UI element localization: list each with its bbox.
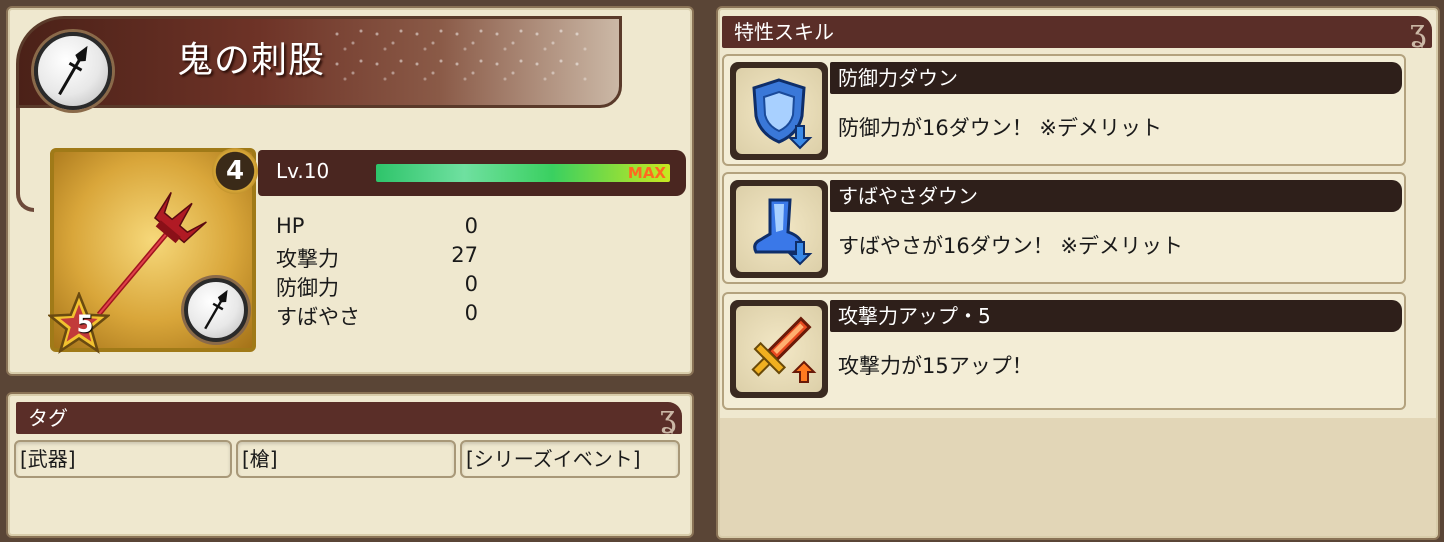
spear-icon [34,32,112,110]
stat-name: HP [276,214,305,238]
item-detail-panel: 鬼の刺股 4 5 Lv.10 MAX HP 0 攻撃力 27 防御力 0 すばや… [6,6,694,376]
skill-card-speed-down[interactable]: すばやさダウン すばやさが16ダウン！ ※デメリット [722,172,1406,284]
skill-card-attack-up[interactable]: 攻撃力アップ・5 攻撃力が15アップ！ [722,292,1406,410]
stats-list: HP 0 攻撃力 27 防御力 0 すばやさ 0 [276,214,486,330]
skill-description: すばやさが16ダウン！ ※デメリット [838,234,1183,258]
skill-name: すばやさダウン [830,180,1402,212]
shield-down-icon [736,68,822,154]
max-label: MAX [627,164,666,182]
skill-description: 防御力が16ダウン！ ※デメリット [838,116,1162,140]
stat-value: 0 [464,214,478,238]
sword-up-icon [736,306,822,392]
stat-value: 27 [451,243,478,267]
item-card[interactable]: 4 5 [48,148,258,354]
skill-header-label: 特性スキル [734,20,834,44]
exp-progress-fill [376,164,670,182]
skill-panel: 特性スキル ʓ 防御力ダウン 防御力が16ダウン！ ※デメリット すばやさダウン… [716,6,1440,540]
stat-row-hp: HP 0 [276,214,486,243]
boot-down-icon [736,186,822,272]
stat-name: 防御力 [276,276,339,300]
ornament-curl-icon: ʓ [1409,14,1426,49]
tag-panel: タグ ʓ [武器] [槍] [シリーズイベント] [6,392,694,538]
stat-row-speed: すばやさ 0 [276,301,486,330]
item-name: 鬼の刺股 [177,40,326,81]
skill-section-header: 特性スキル ʓ [722,16,1432,48]
tag-series-event[interactable]: [シリーズイベント] [460,440,680,478]
star-count: 5 [76,310,94,338]
stat-row-attack: 攻撃力 27 [276,243,486,272]
skill-card-defense-down[interactable]: 防御力ダウン 防御力が16ダウン！ ※デメリット [722,54,1406,166]
tag-weapon[interactable]: [武器] [14,440,232,478]
stat-name: すばやさ [276,305,360,329]
skill-icon-frame [730,300,828,398]
exp-progress-bar: MAX [376,164,670,182]
stat-row-defense: 防御力 0 [276,272,486,301]
rarity-badge: 4 [212,148,258,194]
skill-icon-frame [730,180,828,278]
tag-header-label: タグ [28,406,68,430]
skill-name: 防御力ダウン [830,62,1402,94]
stat-name: 攻撃力 [276,247,339,271]
stat-value: 0 [464,272,478,296]
starry-decoration [329,25,589,85]
spear-icon [184,278,248,342]
ornament-curl-icon: ʓ [659,400,676,435]
level-label: Lv.10 [276,159,330,183]
skill-name: 攻撃力アップ・5 [830,300,1402,332]
skill-icon-frame [730,62,828,160]
level-bar: Lv.10 MAX [258,150,686,196]
stat-value: 0 [464,301,478,325]
skill-description: 攻撃力が15アップ！ [838,354,1033,378]
tag-section-header: タグ ʓ [16,402,682,434]
tag-spear[interactable]: [槍] [236,440,456,478]
